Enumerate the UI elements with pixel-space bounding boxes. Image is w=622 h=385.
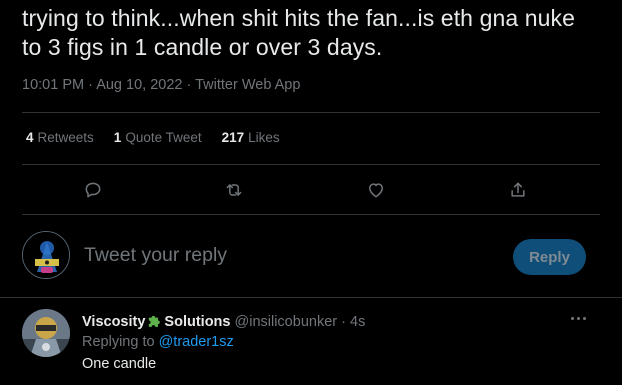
retweets-count: 4 [26, 130, 34, 145]
more-dot-icon [570, 316, 574, 320]
like-button-action[interactable] [364, 178, 388, 202]
reply-author-name-part: Viscosity [82, 314, 146, 330]
reply-input[interactable] [84, 244, 484, 267]
replying-to-mention[interactable]: @trader1sz [159, 334, 234, 350]
tweet-text: trying to think...when shit hits the fan… [22, 4, 612, 62]
like-icon [369, 183, 383, 198]
meta-separator: · [186, 77, 192, 93]
more-options-button[interactable] [566, 310, 590, 326]
reply-button[interactable]: Reply [513, 239, 586, 275]
header-separator: · [341, 314, 346, 330]
tweet-source: Twitter Web App [195, 77, 301, 93]
reply-icon [85, 182, 101, 198]
reply-author-name-part: Solutions [164, 314, 231, 330]
divider [22, 214, 600, 215]
likes-label: Likes [248, 130, 280, 145]
retweets-stat[interactable]: 4 Retweets [26, 130, 94, 145]
tweet-time[interactable]: 10:01 PM [22, 77, 84, 93]
avatar-image [23, 232, 69, 278]
tweet-stats: 4 Retweets 1 Quote Tweet 217 Likes [26, 130, 280, 145]
tweet-actions [0, 178, 622, 202]
divider [0, 297, 622, 298]
reply-author-name[interactable]: Viscosity Solutions [82, 314, 230, 330]
divider [22, 112, 600, 113]
more-dot-icon [582, 316, 586, 320]
puzzle-piece-icon [149, 315, 161, 327]
likes-count: 217 [221, 130, 245, 145]
share-icon [511, 182, 525, 197]
retweets-label: Retweets [37, 130, 94, 145]
reply-author-avatar-image [22, 309, 70, 357]
tweet-date[interactable]: Aug 10, 2022 [96, 77, 182, 93]
reply-header: Viscosity Solutions @insilicobunker · 4s [82, 312, 365, 330]
more-dot-icon [576, 316, 580, 320]
user-avatar[interactable] [22, 231, 70, 279]
quote-tweets-stat[interactable]: 1 Quote Tweet [114, 130, 202, 145]
replying-to-prefix: Replying to [82, 334, 155, 350]
tweet-text-line: trying to think...when shit hits the fan… [22, 5, 576, 31]
reply-author-avatar[interactable] [22, 309, 70, 357]
quotes-label: Quote Tweet [125, 130, 202, 145]
retweet-button-action[interactable] [222, 178, 246, 202]
divider [22, 164, 600, 165]
share-button-action[interactable] [506, 178, 530, 202]
meta-separator: · [88, 77, 93, 93]
likes-stat[interactable]: 217 Likes [222, 130, 280, 145]
reply-text: One candle [82, 356, 157, 372]
reply-author-handle[interactable]: @insilicobunker [235, 314, 338, 330]
quotes-count: 1 [113, 130, 122, 145]
retweet-icon [226, 184, 242, 196]
reply-button-action[interactable] [81, 178, 105, 202]
reply-time[interactable]: 4s [350, 314, 365, 330]
tweet-text-line: to 3 figs in 1 candle or over 3 days. [22, 34, 383, 60]
replying-to: Replying to @trader1sz [82, 334, 234, 350]
tweet-meta: 10:01 PM · Aug 10, 2022 · Twitter Web Ap… [22, 77, 300, 93]
